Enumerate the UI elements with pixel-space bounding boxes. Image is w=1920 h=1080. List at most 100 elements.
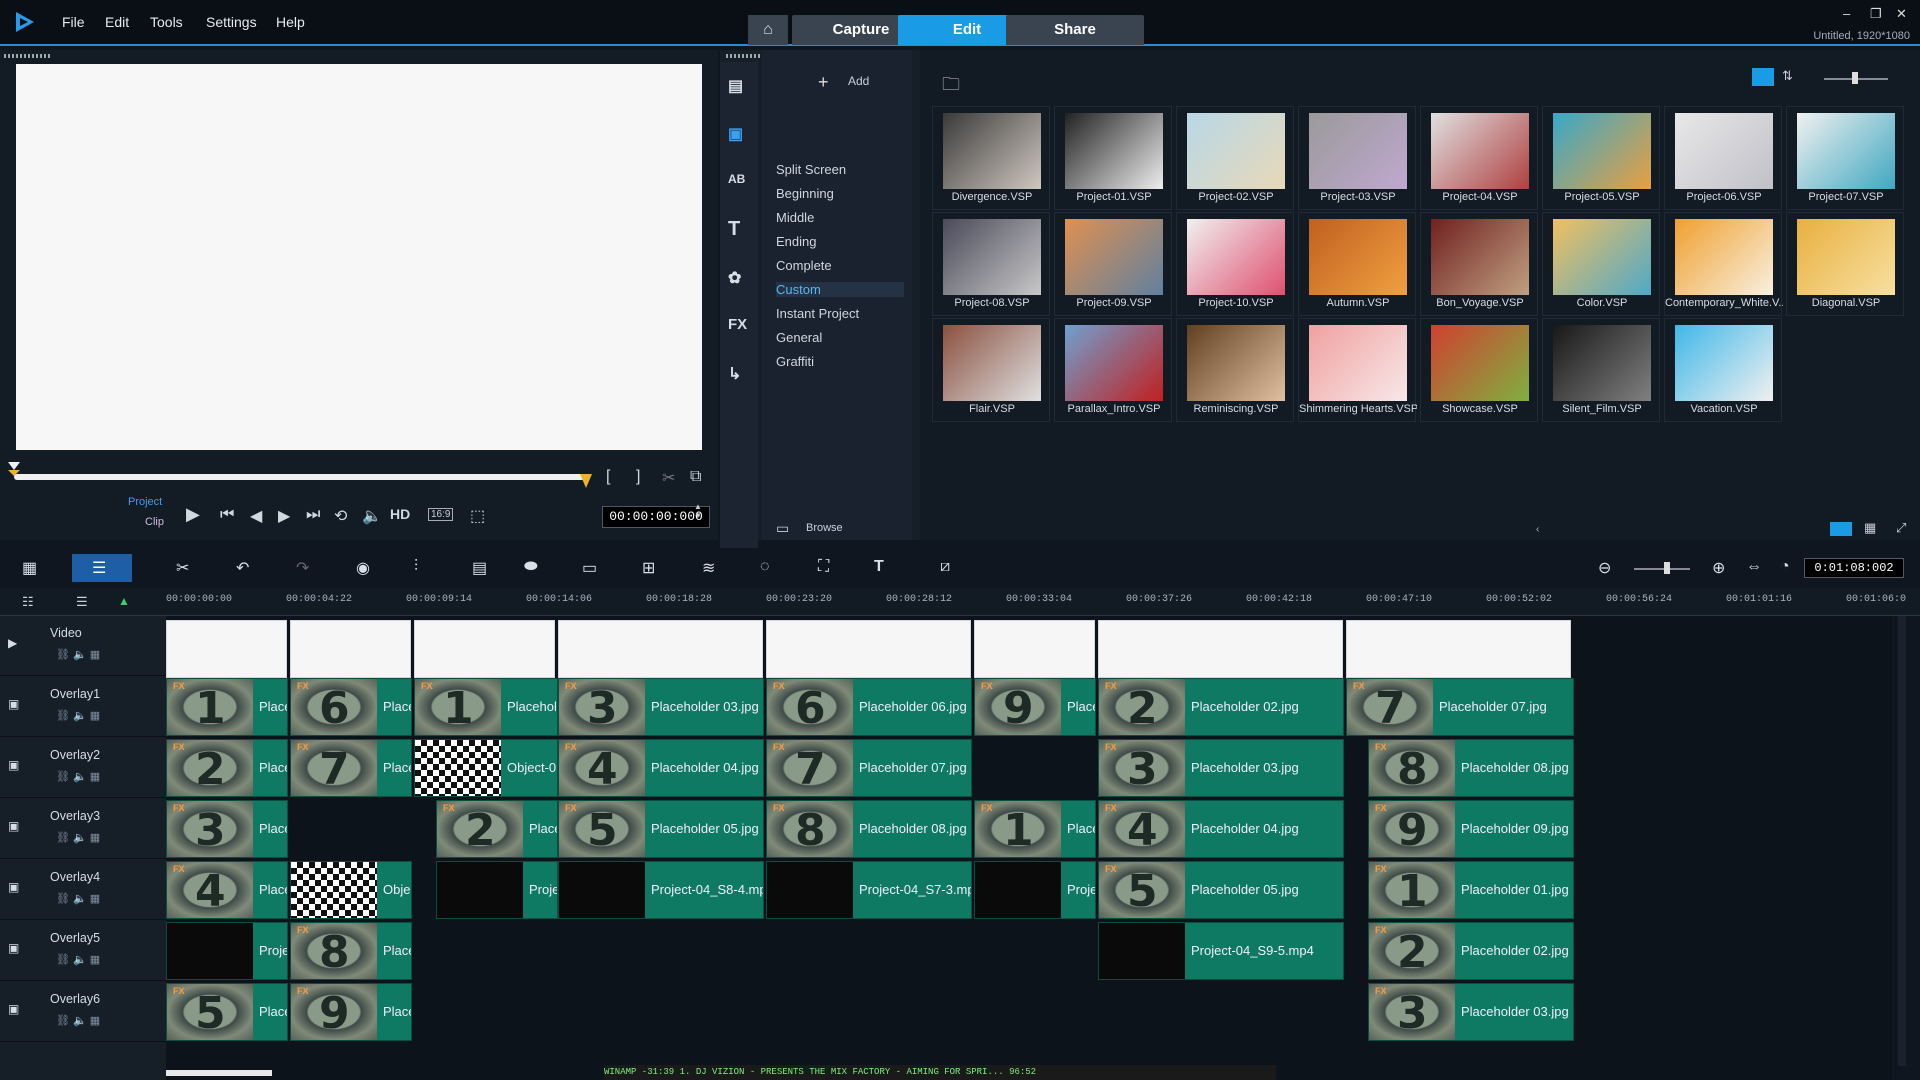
grid-view-icon[interactable]: ▦ [1864,520,1876,536]
template-thumbnail[interactable]: Project-02.VSP [1176,106,1294,210]
hd-preview-button[interactable]: HD [390,506,410,522]
overlay-clip[interactable]: Project-04_S9-4.mp4 [166,922,288,980]
home-start-icon[interactable]: ⏮ [220,506,234,524]
3d-title-icon[interactable]: T [874,558,884,576]
library-nav-item[interactable]: Instant Project [776,306,859,321]
template-thumbnail[interactable]: Project-04.VSP [1420,106,1538,210]
time-remapping-icon[interactable]: ≋ [702,558,715,578]
timecode-spinner-icon[interactable]: ▲ ▼ [694,502,702,520]
overlay-clip[interactable]: 3 FX Placeholder 03.jpg [166,800,288,858]
video-clip[interactable] [1098,620,1343,678]
overlay-clip[interactable]: 8 FX Placeholder 08.jpg [290,922,412,980]
library-nav-item[interactable]: Graffiti [776,354,814,369]
track-controls-icon[interactable]: ⛓ 🔈 ▦ [56,1014,100,1027]
repeat-icon[interactable]: ⟲ [334,506,347,526]
template-thumbnail[interactable]: Diagonal.VSP [1786,212,1904,316]
overlay-clip[interactable]: 5 FX Placeholder 05.jpg [166,983,288,1041]
template-thumbnail[interactable]: Project-03.VSP [1298,106,1416,210]
overlay-clip[interactable]: 2 FX Placeholder 02.jpg [436,800,558,858]
overlay-clip[interactable]: 5 FX Placeholder 05.jpg [1098,861,1344,919]
video-clip[interactable] [558,620,763,678]
track-controls-icon[interactable]: ⛓ 🔈 ▦ [56,892,100,905]
home-button[interactable]: ⌂ [748,15,788,45]
library-nav-item[interactable]: Middle [776,210,814,225]
redo-icon[interactable]: ↷ [296,558,309,578]
overlay-clip[interactable]: Object-01.png [414,739,558,797]
overlay-clip[interactable]: 6 FX Placeholder 06.jpg [290,678,412,736]
import-media-icon[interactable]: 🗀 [942,72,960,102]
overlay-clip[interactable]: Project-04_S7-4.mp4 [974,861,1096,919]
overlay-clip[interactable]: Project-04_S7-3.mp4 [766,861,972,919]
library-nav-item[interactable]: Ending [776,234,816,249]
menu-edit[interactable]: Edit [105,14,129,30]
overlay-clip[interactable]: 3 FX Placeholder 03.jpg [1098,739,1344,797]
path-icon[interactable]: ↳ [728,364,741,384]
overlay-clip[interactable]: 4 FX Placeholder 04.jpg [558,739,764,797]
restore-icon[interactable]: ❐ [1870,6,1882,22]
template-thumbnail[interactable]: Contemporary_White.V... [1664,212,1783,316]
library-nav-item[interactable]: Beginning [776,186,834,201]
menu-file[interactable]: File [62,14,85,30]
mark-in-icon[interactable]: [ [606,468,610,486]
template-thumbnail[interactable]: Project-09.VSP [1054,212,1172,316]
overlay-clip[interactable]: Project-04_S8-4.mp4 [558,861,764,919]
track-manager-icon[interactable]: ☷ [22,594,34,610]
record-capture-icon[interactable]: ◉ [356,558,370,578]
previous-frame-icon[interactable]: ◀ [250,506,262,526]
transition-icon[interactable]: AB [728,172,745,186]
template-thumbnail[interactable]: Autumn.VSP [1298,212,1416,316]
overlay-clip[interactable]: 1 FX Placeholder 01.jpg [1368,861,1574,919]
track-controls-icon[interactable]: ⛓ 🔈 ▦ [56,953,100,966]
chapter-menu-icon[interactable]: ☰ [76,594,88,610]
volume-icon[interactable]: 🔈 [362,506,382,526]
thumbnail-size-handle[interactable] [1852,72,1858,84]
panel-grip[interactable] [4,54,50,58]
template-thumbnail[interactable]: Flair.VSP [932,318,1050,422]
track-header[interactable]: ▶ Video ⛓ 🔈 ▦ [0,616,166,676]
overlay-clip[interactable]: Object-01.png [290,861,412,919]
scrub-bar[interactable] [14,474,588,480]
overlay-clip[interactable]: 7 FX Placeholder 07.jpg [766,739,972,797]
instant-project-icon[interactable]: ▣ [728,124,743,144]
track-controls-icon[interactable]: ⛓ 🔈 ▦ [56,709,100,722]
fit-project-icon[interactable]: ⇔ [1746,558,1762,576]
zoom-slider-handle[interactable] [1664,562,1670,574]
fx-icon[interactable]: FX [728,316,747,333]
tab-share[interactable]: Share [1006,15,1144,45]
aspect-ratio-button[interactable]: 16:9 [428,508,454,521]
template-thumbnail[interactable]: Color.VSP [1542,212,1660,316]
overlay-clip[interactable]: 2 FX Placeholder 02.jpg [1098,678,1344,736]
track-header[interactable]: ▣ Overlay2 ⛓ 🔈 ▦ [0,738,166,798]
template-thumbnail[interactable]: Reminiscing.VSP [1176,318,1294,422]
video-clip[interactable] [166,620,287,678]
track-header[interactable]: ▣ Overlay3 ⛓ 🔈 ▦ [0,799,166,859]
track-header[interactable]: ▣ Overlay4 ⛓ 🔈 ▦ [0,860,166,920]
template-thumbnail[interactable]: Divergence.VSP [932,106,1050,210]
track-header[interactable]: ▣ Overlay6 ⛓ 🔈 ▦ [0,982,166,1042]
template-thumbnail[interactable]: Shimmering Hearts.VSP [1298,318,1417,422]
menu-help[interactable]: Help [276,14,305,30]
list-view-icon[interactable] [1752,68,1774,86]
overlay-clip[interactable]: 8 FX Placeholder 08.jpg [1368,739,1574,797]
library-nav-item[interactable]: General [776,330,822,345]
pan-zoom-icon[interactable]: ⛶ [818,558,829,576]
play-icon[interactable]: ▶ [186,504,200,525]
overlay-clip[interactable]: Project-04_S9-5.mp4 [1098,922,1344,980]
overlay-clip[interactable]: 1 FX Placeholder 01.jpg [974,800,1096,858]
storyboard-view-icon[interactable]: ▦ [22,558,37,578]
menu-tools[interactable]: Tools [150,14,183,30]
tools-icon[interactable]: ✂ [176,558,189,578]
library-nav-item[interactable]: Custom [776,282,904,297]
track-header[interactable]: ▣ Overlay1 ⛓ 🔈 ▦ [0,677,166,737]
template-thumbnail[interactable]: Project-07.VSP [1786,106,1904,210]
template-thumbnail[interactable]: Project-01.VSP [1054,106,1172,210]
template-thumbnail[interactable]: Bon_Voyage.VSP [1420,212,1538,316]
template-thumbnail[interactable]: Vacation.VSP [1664,318,1782,422]
browse-icon[interactable]: ▭ [776,520,789,537]
auto-music-icon[interactable]: ▤ [472,558,487,578]
motion-tracking-icon[interactable]: ⬬ [524,558,538,576]
overlay-clip[interactable]: 9 FX Placeholder 09.jpg [974,678,1096,736]
overlay-clip[interactable]: 7 FX Placeholder 07.jpg [290,739,412,797]
subtitle-editor-icon[interactable]: ▭ [582,558,597,578]
overlay-clip[interactable]: 1 FX Placeholder 01.jpg [414,678,558,736]
